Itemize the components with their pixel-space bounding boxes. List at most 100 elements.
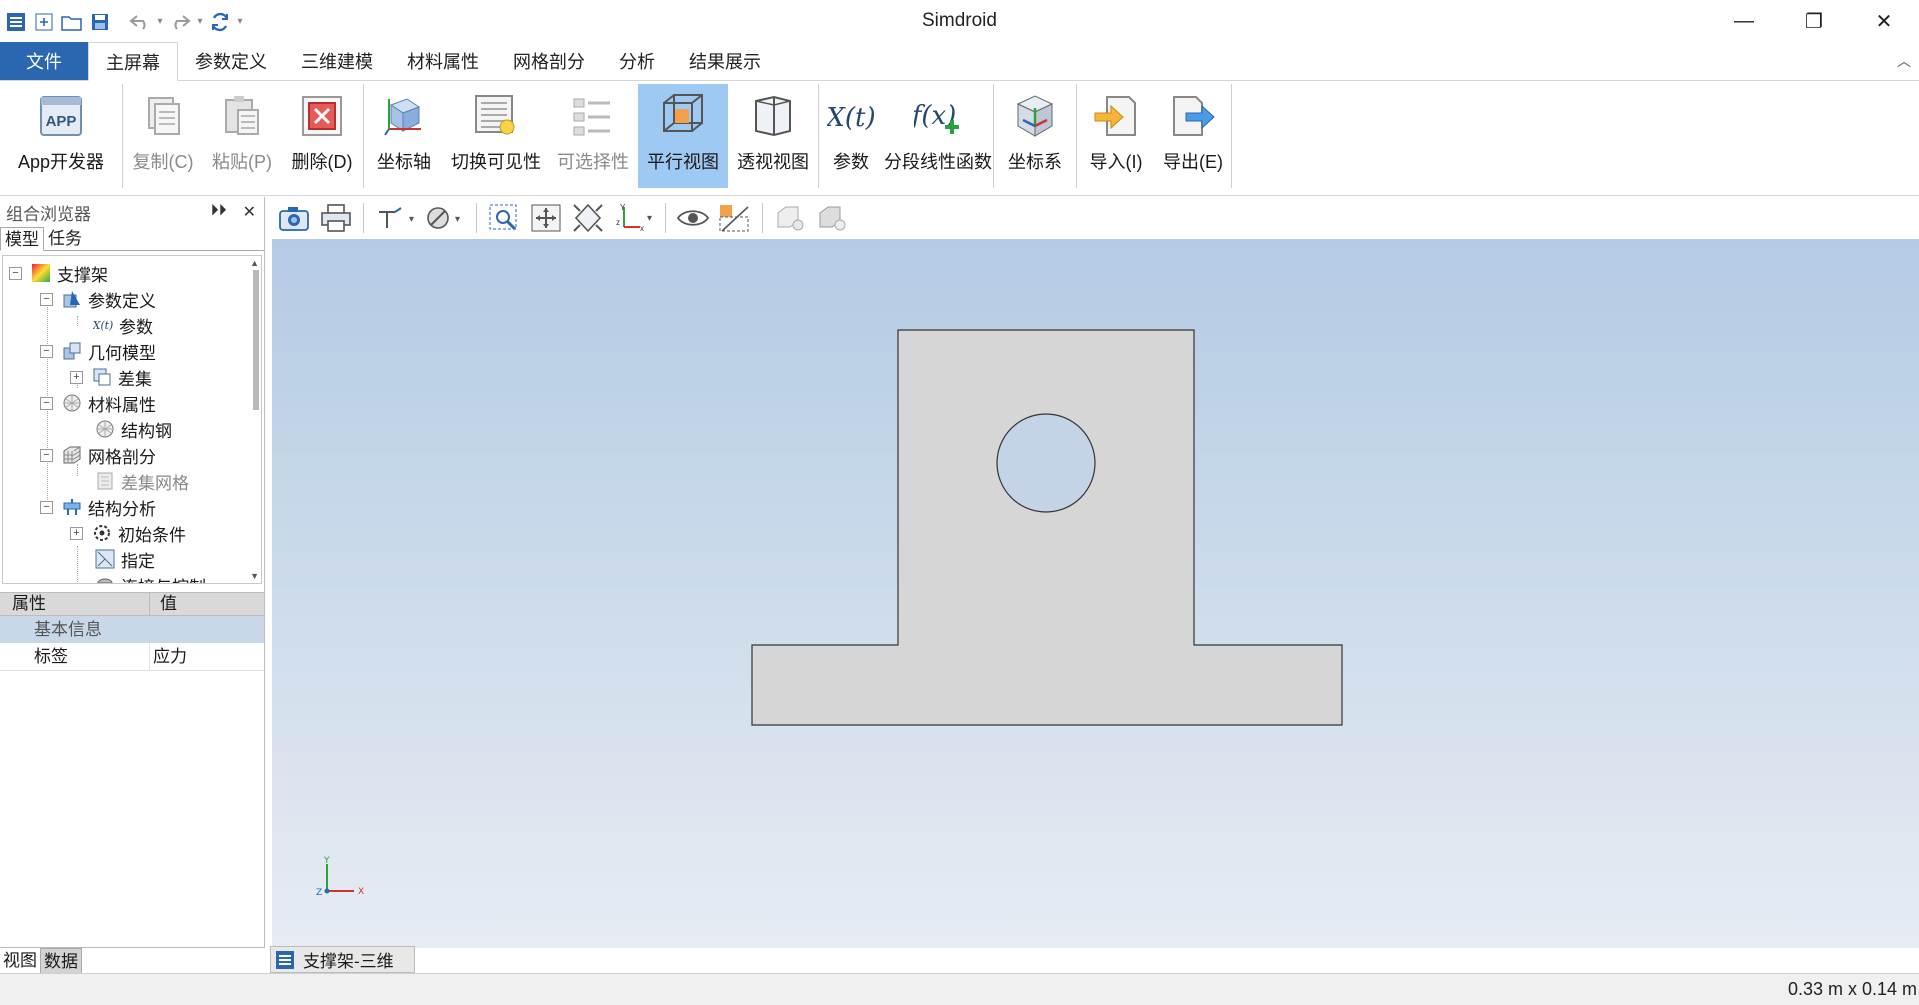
import-button[interactable]: 导入(I) [1077, 84, 1155, 188]
new-file-icon[interactable] [32, 10, 56, 34]
3d-viewport[interactable]: Y X Z [272, 239, 1919, 948]
coordinate-system-button[interactable]: 坐标系 [994, 84, 1076, 188]
collapse-toggle-icon[interactable]: − [9, 266, 22, 280]
expand-toggle-icon[interactable]: + [70, 526, 83, 540]
undo-dropdown-icon[interactable]: ▾ [156, 16, 164, 27]
tree-node-diff-mesh[interactable]: 差集网格 [95, 468, 189, 494]
collapse-toggle-icon[interactable]: − [40, 396, 53, 410]
tab-data[interactable]: 数据 [40, 948, 82, 974]
tree-node-root[interactable]: − 支撑架 [9, 260, 108, 286]
svg-text:▾: ▾ [409, 214, 414, 225]
tree-node-mesh[interactable]: − 网格剖分 [40, 442, 156, 468]
light-icon[interactable] [772, 200, 808, 236]
property-header: 属性 值 [0, 592, 264, 616]
app-developer-icon: APP [37, 90, 85, 142]
tab-param-def[interactable]: 参数定义 [178, 42, 284, 80]
scroll-up-icon[interactable]: ▲ [250, 258, 259, 268]
tree-node-diff[interactable]: + 差集 [70, 364, 152, 390]
svg-text:▾: ▾ [455, 214, 460, 225]
tab-mesh[interactable]: 网格剖分 [496, 42, 602, 80]
redo-icon[interactable] [168, 10, 192, 34]
visibility-eye-icon[interactable] [675, 200, 711, 236]
collapse-toggle-icon[interactable]: − [40, 448, 53, 462]
piecewise-function-button[interactable]: f(x) 分段线性函数 [883, 84, 993, 188]
toggle-visibility-button[interactable]: 切换可见性 [444, 84, 548, 188]
selection-filter-icon[interactable] [717, 200, 753, 236]
delete-button[interactable]: 删除(D) [281, 84, 363, 188]
tree-node-cut[interactable]: 连接与控制 [95, 572, 206, 583]
parameters-button[interactable]: X(t) 参数 [819, 84, 883, 188]
collapse-toggle-icon[interactable]: − [40, 344, 53, 358]
redo-dropdown-icon[interactable]: ▾ [196, 16, 204, 27]
axis-button[interactable]: 坐标轴 [364, 84, 444, 188]
document-icon [273, 948, 297, 972]
tree-node-steel[interactable]: 结构钢 [95, 416, 172, 442]
prop-label-value[interactable]: 应力 [150, 643, 187, 670]
customize-qat-icon[interactable]: ▾ [236, 16, 244, 27]
collapse-ribbon-icon[interactable]: ︿ [1897, 51, 1911, 71]
restore-button[interactable]: ❐ [1779, 0, 1849, 42]
section-icon[interactable]: ▾ [423, 200, 467, 236]
tab-3d-modeling[interactable]: 三维建模 [284, 42, 390, 80]
dock-arrows-icon[interactable]: ⏵⏵ [211, 202, 227, 222]
selectability-button[interactable]: 可选择性 [548, 84, 638, 188]
title-bar: ▾ ▾ ▾ Simdroid — ❐ ✕ [0, 0, 1919, 43]
tab-material[interactable]: 材料属性 [390, 42, 496, 80]
measure-icon[interactable]: ▾ [373, 200, 417, 236]
refresh-icon[interactable] [208, 10, 232, 34]
difference-icon [92, 367, 112, 387]
delete-icon [298, 90, 346, 142]
tab-model[interactable]: 模型 [0, 227, 44, 251]
tree-node-material[interactable]: − 材料属性 [40, 390, 156, 416]
tab-results[interactable]: 结果展示 [672, 42, 778, 80]
tab-task[interactable]: 任务 [44, 227, 86, 251]
view-orientation-icon[interactable]: Yz x ▾ [612, 200, 656, 236]
export-button[interactable]: 导出(E) [1155, 84, 1231, 188]
geometry-icon [62, 341, 82, 361]
tab-view[interactable]: 视图 [0, 948, 40, 974]
minimize-button[interactable]: — [1709, 0, 1779, 42]
tree-node-structural[interactable]: − 结构分析 [40, 494, 156, 520]
collapse-toggle-icon[interactable]: − [40, 292, 53, 306]
tree-node-geometry[interactable]: − 几何模型 [40, 338, 156, 364]
perspective-view-button[interactable]: 透视视图 [728, 84, 818, 188]
zoom-box-icon[interactable] [486, 200, 522, 236]
prop-col-value: 值 [160, 594, 177, 613]
prop-row-label[interactable]: 标签 应力 [0, 643, 264, 671]
fit-all-icon[interactable] [570, 200, 606, 236]
tab-analysis[interactable]: 分析 [602, 42, 672, 80]
prop-section-basic[interactable]: 基本信息 [0, 616, 264, 643]
assign-icon [95, 549, 115, 569]
app-logo-icon[interactable] [4, 10, 28, 34]
export-icon [1169, 90, 1217, 142]
document-tab[interactable]: 支撑架-三维 [270, 946, 415, 973]
app-developer-button[interactable]: APP App开发器 [0, 84, 122, 188]
collapse-toggle-icon[interactable]: − [40, 500, 53, 514]
svg-text:Z: Z [316, 888, 322, 898]
material-icon [62, 393, 82, 413]
undo-icon[interactable] [128, 10, 152, 34]
close-button[interactable]: ✕ [1849, 0, 1919, 42]
tree-node-param[interactable]: X(t) 参数 [93, 312, 153, 338]
browser-tabs: 模型 任务 [0, 227, 264, 251]
copy-button[interactable]: 复制(C) [123, 84, 203, 188]
svg-text:z: z [616, 218, 620, 227]
paste-button[interactable]: 粘贴(P) [203, 84, 281, 188]
tree-node-initial[interactable]: + 初始条件 [70, 520, 186, 546]
tab-home[interactable]: 主屏幕 [88, 42, 178, 81]
save-icon[interactable] [88, 10, 112, 34]
tree-node-assign[interactable]: 指定 [95, 546, 155, 572]
scroll-down-icon[interactable]: ▼ [250, 571, 259, 581]
print-icon[interactable] [318, 200, 354, 236]
tree-scrollbar[interactable] [253, 270, 259, 410]
camera-icon[interactable] [276, 200, 312, 236]
panel-close-icon[interactable]: ✕ [243, 202, 256, 222]
tree-node-param-def[interactable]: − 参数定义 [40, 286, 156, 312]
param-def-icon [62, 289, 82, 309]
shadow-icon[interactable] [814, 200, 850, 236]
pan-icon[interactable] [528, 200, 564, 236]
open-folder-icon[interactable] [60, 10, 84, 34]
tab-file[interactable]: 文件 [0, 42, 88, 80]
expand-toggle-icon[interactable]: + [70, 370, 83, 384]
parallel-view-button[interactable]: 平行视图 [638, 84, 728, 188]
